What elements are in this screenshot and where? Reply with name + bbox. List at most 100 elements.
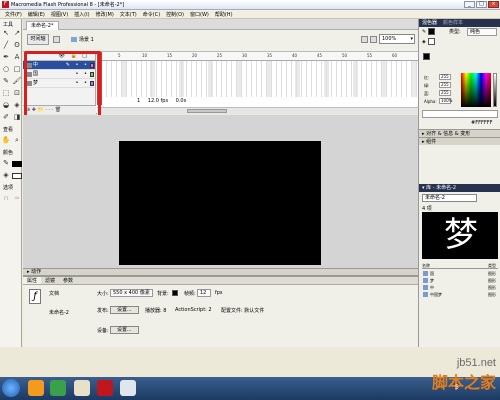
device-settings-button[interactable]: 设置... — [110, 326, 139, 334]
menu-text[interactable]: 文本(T) — [117, 11, 140, 18]
fill-color-swatch[interactable] — [12, 173, 22, 179]
library-col-name[interactable]: 名称 — [422, 263, 430, 268]
line-icon[interactable]: ╱ — [1, 40, 11, 51]
minimize-button[interactable]: _ — [464, 1, 475, 8]
library-item[interactable]: 国 图形 — [422, 270, 498, 277]
layer-outline-swatch[interactable] — [90, 81, 94, 86]
brightness-slider[interactable] — [493, 73, 497, 107]
hex-value[interactable]: #FFFFFF — [471, 120, 492, 126]
pen-icon[interactable]: ✒ — [1, 52, 11, 63]
tab-color-mixer[interactable]: 混色器 — [422, 19, 437, 27]
eraser-icon[interactable]: ◨ — [12, 112, 22, 123]
maximize-button[interactable]: □ — [476, 1, 487, 8]
stage-canvas[interactable] — [119, 141, 321, 265]
start-button-icon[interactable] — [2, 379, 20, 397]
layer-row[interactable]: 国 • • — [23, 70, 95, 79]
tab-filters[interactable]: 滤镜 — [41, 277, 59, 284]
red-input[interactable]: 255 — [439, 74, 451, 80]
fill-transform-icon[interactable]: ⊡ — [12, 88, 22, 99]
text-icon[interactable]: A — [12, 52, 22, 63]
eyedropper-icon[interactable]: ✐ — [1, 112, 11, 123]
back-icon[interactable] — [53, 36, 60, 43]
paintbucket-icon[interactable]: ◈ — [12, 100, 22, 111]
actions-panel-bar[interactable]: ▸ 动作 — [23, 268, 418, 276]
edit-scene-icon[interactable] — [361, 36, 368, 43]
browser-icon[interactable] — [50, 380, 66, 396]
layer-header-icons[interactable]: 👁 🔒 □ — [59, 53, 89, 59]
color-spectrum[interactable] — [461, 73, 491, 107]
components-panel-bar[interactable]: ▸ 组件 — [419, 137, 500, 145]
library-item[interactable]: 中 图形 — [422, 284, 498, 291]
framerate-input[interactable]: 12 — [197, 289, 211, 297]
fill-swatch[interactable] — [428, 38, 435, 45]
zoom-select[interactable]: 100% — [379, 34, 415, 44]
subselect-icon[interactable]: ↗ — [12, 28, 22, 39]
type-select[interactable]: 纯色 — [467, 28, 497, 36]
frame-grid[interactable] — [97, 61, 418, 97]
oval-icon[interactable]: ○ — [1, 64, 11, 75]
menu-help[interactable]: 帮助(H) — [212, 11, 236, 18]
size-button[interactable]: 550 x 400 像素 — [110, 289, 153, 297]
smooth-icon[interactable]: ≈ — [12, 193, 22, 204]
stroke-color-icon[interactable]: ✎ — [1, 158, 11, 169]
library-header[interactable]: ▾ 库 - 未命名-2 — [419, 184, 500, 192]
menu-file[interactable]: 文件(F) — [2, 11, 25, 18]
tab-color-swatches[interactable]: 颜色样本 — [443, 19, 463, 27]
menu-modify[interactable]: 修改(M) — [93, 11, 117, 18]
menu-view[interactable]: 视图(V) — [48, 11, 71, 18]
green-input[interactable]: 255 — [439, 82, 451, 88]
blue-input[interactable]: 255 — [439, 90, 451, 96]
flash-taskbar-icon[interactable] — [97, 380, 113, 396]
pencil-icon[interactable]: ✎ — [1, 76, 11, 87]
layer-footer-buttons[interactable]: ⊕ ✚ 📁 · · · 🗑 — [23, 105, 96, 114]
menu-commands[interactable]: 命令(C) — [140, 11, 163, 18]
menu-insert[interactable]: 插入(I) — [71, 11, 92, 18]
brush-icon[interactable]: 🖌 — [12, 76, 22, 87]
stroke-color-swatch[interactable] — [12, 161, 22, 167]
black-white-icon[interactable] — [423, 53, 430, 60]
rect-icon[interactable]: □ — [12, 64, 22, 75]
library-item[interactable]: 中国梦 图形 — [422, 291, 498, 298]
fill-color-icon[interactable]: ◈ — [1, 170, 11, 181]
layer-outline-swatch[interactable] — [90, 72, 94, 77]
frames-area[interactable]: 1 5 10 15 20 25 30 35 40 45 50 55 60 1 1… — [97, 52, 418, 114]
arrow-icon[interactable]: ↖ — [1, 28, 11, 39]
document-tab[interactable]: 未命名-2* — [26, 21, 59, 30]
tab-parameters[interactable]: 参数 — [59, 277, 77, 284]
menu-control[interactable]: 控制(O) — [163, 11, 187, 18]
library-item[interactable]: 梦 图形 — [422, 277, 498, 284]
explorer-icon[interactable] — [28, 380, 44, 396]
layer-row[interactable]: 中 ✎ • • — [23, 61, 95, 70]
publish-settings-button[interactable]: 设置... — [110, 306, 139, 314]
snap-icon[interactable]: ∩ — [1, 193, 11, 204]
zoom-icon[interactable]: ⌕ — [12, 135, 22, 146]
library-select[interactable]: 未命名-2 — [422, 194, 477, 202]
frame-ruler[interactable]: 1 5 10 15 20 25 30 35 40 45 50 55 60 — [97, 52, 418, 61]
tool-taskbar-icon[interactable] — [120, 380, 136, 396]
alpha-input[interactable]: 100% — [439, 98, 452, 104]
edit-symbol-icon[interactable] — [370, 36, 377, 43]
menu-edit[interactable]: 编辑(E) — [25, 11, 48, 18]
close-button[interactable]: × — [488, 1, 499, 8]
align-panel-bar[interactable]: ▸ 对齐 & 信息 & 变形 — [419, 129, 500, 137]
folder-icon[interactable] — [74, 380, 90, 396]
layer-visibility-dots[interactable]: • • — [76, 70, 90, 79]
inkbottle-icon[interactable]: ◒ — [1, 100, 11, 111]
library-col-type[interactable]: 类型 — [488, 262, 496, 269]
timeline-toggle-button[interactable]: 时间轴 — [27, 34, 49, 45]
scene-breadcrumb[interactable]: 场景 1 — [71, 36, 94, 43]
lasso-icon[interactable]: ʘ — [12, 40, 22, 51]
freetransform-icon[interactable]: ⬚ — [1, 88, 11, 99]
stage-area[interactable] — [23, 115, 418, 268]
layer-row[interactable]: 梦 • • — [23, 79, 95, 88]
scroll-thumb[interactable] — [187, 109, 227, 113]
stroke-swatch[interactable] — [428, 28, 435, 35]
background-swatch[interactable] — [172, 290, 178, 296]
timeline-scrollbar[interactable] — [97, 107, 418, 114]
tab-properties[interactable]: 属性 — [23, 277, 42, 284]
layer-outline-swatch[interactable] — [90, 63, 94, 68]
hand-icon[interactable]: ✋ — [1, 135, 11, 146]
menu-window[interactable]: 窗口(W) — [187, 11, 212, 18]
layer-visibility-dots[interactable]: • • — [76, 79, 90, 88]
layer-visibility-dots[interactable]: ✎ • • — [66, 61, 89, 70]
